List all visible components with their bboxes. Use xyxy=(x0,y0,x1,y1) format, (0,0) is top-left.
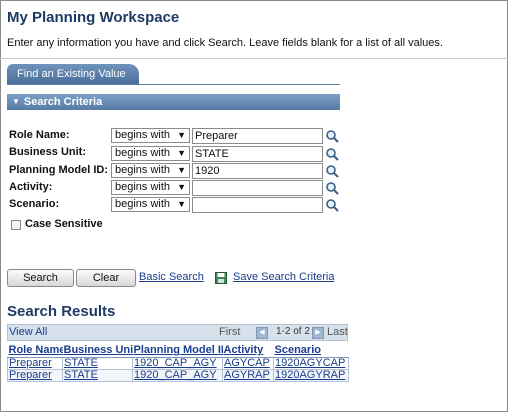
dropdown-arrow-icon: ▼ xyxy=(177,182,186,192)
basic-search-link[interactable]: Basic Search xyxy=(139,271,204,283)
business-unit-operator-select[interactable]: begins with ▼ xyxy=(111,146,190,161)
cell-scenario[interactable]: 1920AGYCAP xyxy=(273,356,349,370)
results-header-row: Role Name Business Unit Planning Model I… xyxy=(7,345,349,358)
activity-operator-select[interactable]: begins with ▼ xyxy=(111,180,190,195)
role-name-operator-select[interactable]: begins with ▼ xyxy=(111,128,190,143)
tab-underline xyxy=(7,84,340,85)
column-header-planning-model-id[interactable]: Planning Model ID xyxy=(132,345,223,358)
scenario-lookup-icon[interactable] xyxy=(325,198,339,212)
dropdown-arrow-icon: ▼ xyxy=(177,165,186,175)
scenario-input[interactable] xyxy=(192,197,323,213)
table-row[interactable]: Preparer STATE 1920_CAP_AGY AGYCAP 1920A… xyxy=(7,356,349,370)
planning-model-id-label: Planning Model ID: xyxy=(9,164,108,176)
case-sensitive-checkbox[interactable] xyxy=(11,220,21,230)
cell-scenario[interactable]: 1920AGYRAP xyxy=(273,368,349,382)
business-unit-lookup-icon[interactable] xyxy=(325,147,339,161)
role-name-lookup-icon[interactable] xyxy=(325,129,339,143)
scenario-label: Scenario: xyxy=(9,198,60,210)
cell-planning-model-id[interactable]: 1920_CAP_AGY xyxy=(132,356,223,370)
last-label: Last xyxy=(327,326,348,338)
business-unit-label: Business Unit: xyxy=(9,146,87,158)
dropdown-arrow-icon: ▼ xyxy=(177,148,186,158)
role-name-operator-value: begins with xyxy=(115,129,171,141)
business-unit-input[interactable]: STATE xyxy=(192,146,323,162)
dropdown-arrow-icon: ▼ xyxy=(177,130,186,140)
activity-operator-value: begins with xyxy=(115,181,171,193)
view-all-link[interactable]: View All xyxy=(9,326,47,338)
role-name-input[interactable]: Preparer xyxy=(192,128,323,144)
planning-model-id-input[interactable]: 1920 xyxy=(192,163,323,179)
cell-role-name[interactable]: Preparer xyxy=(7,368,63,382)
save-search-criteria-link[interactable]: Save Search Criteria xyxy=(233,271,335,283)
column-header-activity[interactable]: Activity xyxy=(222,345,274,358)
first-label: First xyxy=(219,326,241,338)
search-criteria-header[interactable]: ▼ Search Criteria xyxy=(7,94,340,110)
search-criteria-label: Search Criteria xyxy=(23,96,103,108)
search-button[interactable]: Search xyxy=(7,269,74,287)
cell-activity[interactable]: AGYRAP xyxy=(222,368,274,382)
business-unit-operator-value: begins with xyxy=(115,147,171,159)
cell-business-unit[interactable]: STATE xyxy=(62,356,133,370)
cell-planning-model-id[interactable]: 1920_CAP_AGY xyxy=(132,368,223,382)
planning-model-id-operator-select[interactable]: begins with ▼ xyxy=(111,163,190,178)
save-disk-icon[interactable] xyxy=(215,272,227,284)
case-sensitive-label: Case Sensitive xyxy=(25,218,103,230)
results-count: 1-2 of 2 xyxy=(276,326,310,337)
planning-model-id-operator-value: begins with xyxy=(115,164,171,176)
results-grid-toolbar: View All First ◀ 1-2 of 2 ▶ Last xyxy=(7,324,348,341)
column-header-role-name[interactable]: Role Name xyxy=(7,345,63,358)
activity-lookup-icon[interactable] xyxy=(325,181,339,195)
clear-button[interactable]: Clear xyxy=(76,269,136,287)
cell-role-name[interactable]: Preparer xyxy=(7,356,63,370)
dropdown-arrow-icon: ▼ xyxy=(177,199,186,209)
page-title: My Planning Workspace xyxy=(7,9,180,26)
previous-page-icon[interactable]: ◀ xyxy=(256,327,268,339)
divider xyxy=(0,58,508,59)
cell-activity[interactable]: AGYCAP xyxy=(222,356,274,370)
cell-business-unit[interactable]: STATE xyxy=(62,368,133,382)
collapse-triangle-icon: ▼ xyxy=(12,97,20,106)
activity-input[interactable] xyxy=(192,180,323,196)
tab-find-existing-value[interactable]: Find an Existing Value xyxy=(7,64,139,84)
role-name-label: Role Name: xyxy=(9,129,70,141)
table-row[interactable]: Preparer STATE 1920_CAP_AGY AGYRAP 1920A… xyxy=(7,368,349,382)
scenario-operator-select[interactable]: begins with ▼ xyxy=(111,197,190,212)
planning-model-id-lookup-icon[interactable] xyxy=(325,164,339,178)
scenario-operator-value: begins with xyxy=(115,198,171,210)
search-results-title: Search Results xyxy=(7,303,116,320)
results-table: Role Name Business Unit Planning Model I… xyxy=(7,345,349,382)
next-page-icon[interactable]: ▶ xyxy=(312,327,324,339)
instructions-text: Enter any information you have and click… xyxy=(7,37,443,49)
column-header-business-unit[interactable]: Business Unit xyxy=(62,345,133,358)
activity-label: Activity: xyxy=(9,181,53,193)
column-header-scenario[interactable]: Scenario xyxy=(273,345,349,358)
